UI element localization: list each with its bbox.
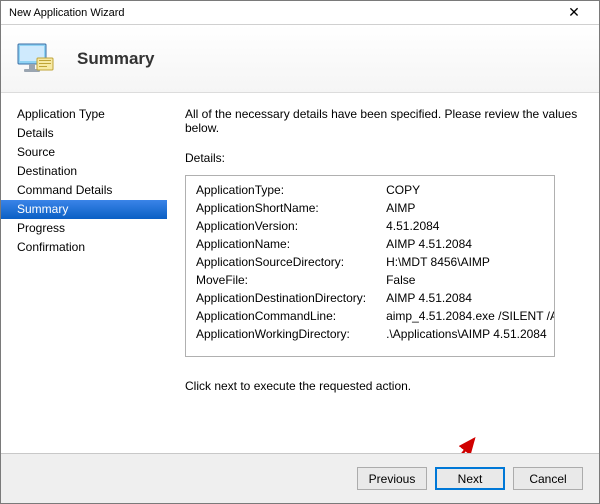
banner: Summary: [1, 25, 599, 93]
details-value: .\Applications\AIMP 4.51.2084: [376, 325, 555, 343]
close-icon[interactable]: ✕: [557, 2, 591, 24]
banner-heading: Summary: [77, 49, 154, 69]
button-bar: Previous Next Cancel: [1, 453, 599, 503]
details-row: ApplicationType:COPY: [186, 181, 555, 199]
details-key: ApplicationWorkingDirectory:: [186, 325, 376, 343]
details-key: ApplicationType:: [186, 181, 376, 199]
details-row: ApplicationCommandLine:aimp_4.51.2084.ex…: [186, 307, 555, 325]
execute-note: Click next to execute the requested acti…: [185, 379, 581, 393]
details-label: Details:: [185, 151, 581, 165]
details-table: ApplicationType:COPYApplicationShortName…: [186, 181, 555, 343]
details-key: ApplicationCommandLine:: [186, 307, 376, 325]
next-button[interactable]: Next: [435, 467, 505, 490]
details-key: ApplicationSourceDirectory:: [186, 253, 376, 271]
details-box[interactable]: ApplicationType:COPYApplicationShortName…: [185, 175, 555, 357]
sidebar-item[interactable]: Details: [1, 124, 167, 143]
sidebar-item[interactable]: Confirmation: [1, 238, 167, 257]
details-row: ApplicationName:AIMP 4.51.2084: [186, 235, 555, 253]
details-value: AIMP 4.51.2084: [376, 289, 555, 307]
details-value: aimp_4.51.2084.exe /SILENT /AUTO: [376, 307, 555, 325]
sidebar-item[interactable]: Application Type: [1, 105, 167, 124]
details-row: MoveFile:False: [186, 271, 555, 289]
details-row: ApplicationShortName:AIMP: [186, 199, 555, 217]
details-row: ApplicationWorkingDirectory:.\Applicatio…: [186, 325, 555, 343]
cancel-button[interactable]: Cancel: [513, 467, 583, 490]
details-value: False: [376, 271, 555, 289]
details-value: AIMP: [376, 199, 555, 217]
details-key: ApplicationDestinationDirectory:: [186, 289, 376, 307]
sidebar-item[interactable]: Source: [1, 143, 167, 162]
sidebar-item[interactable]: Progress: [1, 219, 167, 238]
details-value: 4.51.2084: [376, 217, 555, 235]
sidebar-item[interactable]: Destination: [1, 162, 167, 181]
wizard-window: New Application Wizard ✕ Summary Applica…: [0, 0, 600, 504]
sidebar-item[interactable]: Command Details: [1, 181, 167, 200]
titlebar: New Application Wizard ✕: [1, 1, 599, 25]
instruction-text: All of the necessary details have been s…: [185, 107, 581, 135]
details-row: ApplicationDestinationDirectory:AIMP 4.5…: [186, 289, 555, 307]
details-value: COPY: [376, 181, 555, 199]
details-key: ApplicationShortName:: [186, 199, 376, 217]
application-icon: [15, 38, 57, 80]
details-value: AIMP 4.51.2084: [376, 235, 555, 253]
details-key: ApplicationName:: [186, 235, 376, 253]
wizard-sidebar: Application TypeDetailsSourceDestination…: [1, 93, 167, 393]
previous-button[interactable]: Previous: [357, 467, 427, 490]
window-title: New Application Wizard: [9, 7, 557, 19]
wizard-body: Application TypeDetailsSourceDestination…: [1, 93, 599, 393]
details-row: ApplicationSourceDirectory:H:\MDT 8456\A…: [186, 253, 555, 271]
details-key: ApplicationVersion:: [186, 217, 376, 235]
wizard-main: All of the necessary details have been s…: [167, 93, 599, 393]
details-value: H:\MDT 8456\AIMP: [376, 253, 555, 271]
details-row: ApplicationVersion:4.51.2084: [186, 217, 555, 235]
sidebar-item[interactable]: Summary: [1, 200, 167, 219]
details-key: MoveFile:: [186, 271, 376, 289]
